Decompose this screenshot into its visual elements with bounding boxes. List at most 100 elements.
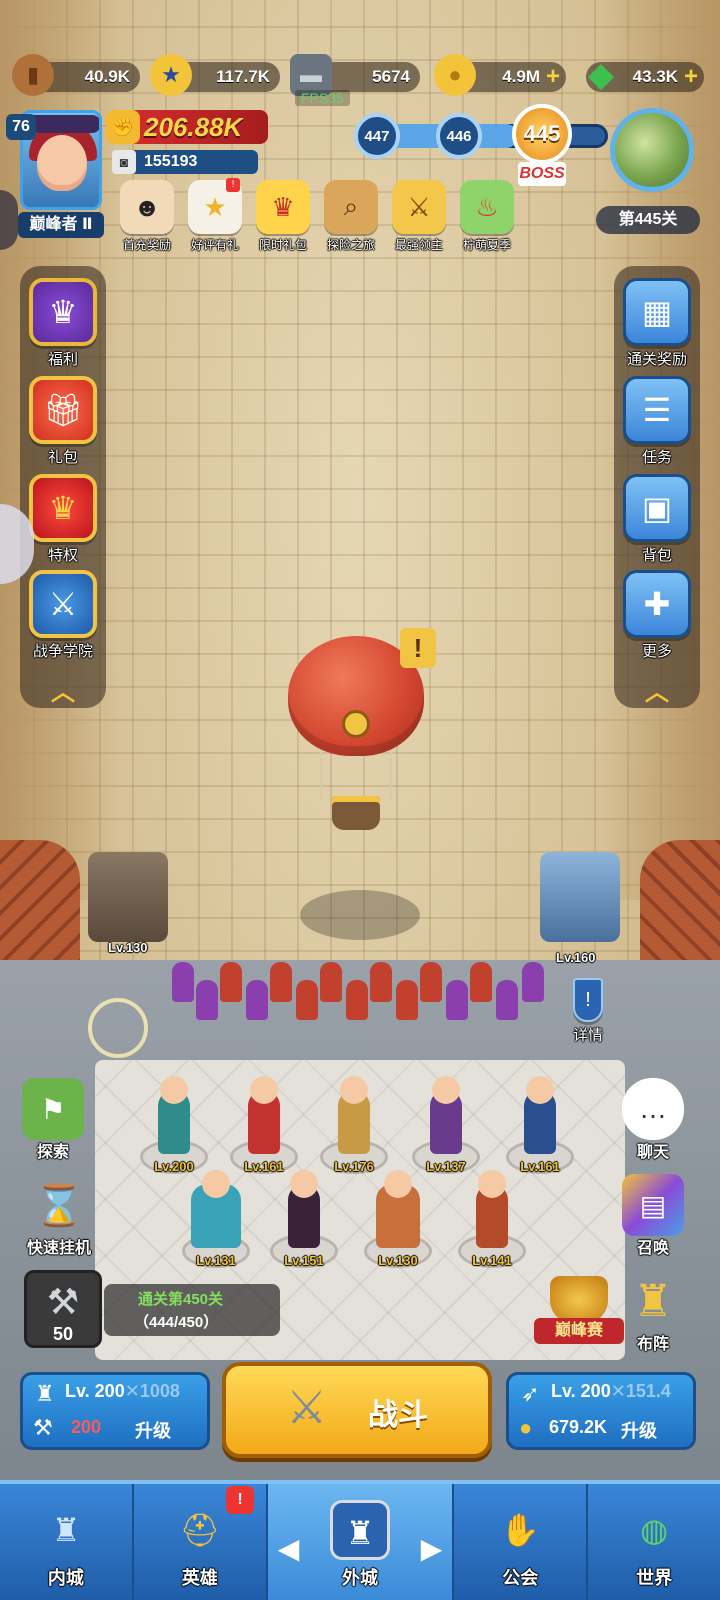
resource-gold[interactable]: ● 4.9M + (434, 54, 566, 96)
fight-label: 战斗 (368, 1399, 428, 1432)
hero-slot-2[interactable]: Lv.161 (224, 1076, 304, 1174)
quest-button[interactable]: ☰ 任务 (614, 376, 700, 467)
resource-iron[interactable]: ▬ 5674 (290, 54, 420, 96)
nav-world[interactable]: ◍ 世界 (588, 1484, 720, 1600)
more-button[interactable]: ✚ 更多 (614, 570, 700, 661)
collapse-right-chevron-icon[interactable]: ︿ (614, 672, 700, 707)
balloon-alert-icon[interactable]: ! (400, 628, 436, 668)
bow-upgrade-cost: 679.2K (549, 1417, 608, 1437)
quick-idle-label: 快速挂机 (26, 1240, 91, 1257)
hero-head (340, 1076, 368, 1104)
lemon-drink-icon: ♨ (460, 180, 514, 234)
castle-upgrade-action: 升级 (135, 1421, 171, 1441)
globe-icon: ◍ (640, 1512, 669, 1548)
war-academy-label: 战争学院 (32, 643, 93, 660)
stage-node-446: 446 (436, 113, 482, 159)
map-sword-icon: ⚑ (22, 1078, 84, 1140)
event-strongest-lord[interactable]: ⚔ 最强领主 (386, 180, 452, 253)
gold-coin-small-icon: ● (519, 1415, 533, 1440)
hero-slot-9[interactable]: Lv.141 (452, 1170, 532, 1268)
clear-progress-box[interactable]: 通关第450关 （444/450） (104, 1284, 280, 1336)
helmet-icon: ⛑ (179, 1512, 221, 1548)
welfare-button[interactable]: ♛ 福利 (20, 278, 106, 369)
event-review-gift[interactable]: ★ ! 好评有礼 (182, 178, 248, 253)
clear-progress: （444/450） (134, 1314, 219, 1331)
tower-detail-button[interactable]: ! 详情 (548, 978, 628, 1045)
castle-nav-icon: ♜ (51, 1512, 81, 1548)
backpack-button[interactable]: ▣ 背包 (614, 474, 700, 565)
prev-arrow-icon[interactable]: ◀ (278, 1532, 300, 1565)
skill-ring-icon[interactable] (88, 998, 148, 1058)
hero-slot-4[interactable]: Lv.137 (406, 1076, 486, 1174)
next-arrow-icon[interactable]: ▶ (421, 1532, 443, 1565)
hammer-count: 50 (52, 1324, 74, 1344)
balloon-emblem-icon (342, 710, 370, 738)
event-adventure[interactable]: ⌕ 探险之旅 (318, 180, 384, 253)
clear-title: 通关第450关 (138, 1291, 224, 1308)
hero-slot-5[interactable]: Lv.161 (500, 1076, 580, 1174)
soldier (320, 962, 342, 1002)
world-map-globe-icon[interactable] (610, 108, 694, 192)
avatar-hat (25, 115, 99, 133)
cards-icon: ▤ (622, 1174, 684, 1236)
hero-head (202, 1170, 230, 1198)
hero-slot-7[interactable]: Lv.151 (264, 1170, 344, 1268)
hero-slot-3[interactable]: Lv.176 (314, 1076, 394, 1174)
castle-icon: ♜ (35, 1381, 55, 1406)
event-label: 探险之旅 (326, 238, 375, 252)
mage-tower[interactable] (540, 852, 620, 942)
castle-upgrade-panel[interactable]: ♜ Lv. 200✕1008 ⚒ 200 升级 (20, 1372, 210, 1450)
privilege-crown-icon: ♛ (29, 474, 97, 542)
event-limited-pack[interactable]: ♛ 限时礼包 (250, 180, 316, 253)
nav-inner-city[interactable]: ♜ 内城 (0, 1484, 134, 1600)
add-gem-icon[interactable]: + (684, 65, 698, 89)
notification-badge: ! (226, 178, 240, 192)
event-lemon-summer[interactable]: ♨ 柠萌夏季 (454, 180, 520, 253)
hero-head (478, 1170, 506, 1198)
chat-button[interactable]: … 聊天 (608, 1078, 698, 1162)
resource-star-coin[interactable]: ★ 117.7K (150, 54, 280, 96)
quick-idle-button[interactable]: ⌛ 快速挂机 (14, 1174, 104, 1258)
gem-icon: ◆ (587, 56, 615, 94)
bow-level: Lv. 200 (551, 1381, 611, 1401)
gift-pack-button[interactable]: 🎁︎ 礼包 (20, 376, 106, 467)
bow-upgrade-panel[interactable]: ➶ Lv. 200✕151.4 ● 679.2K 升级 (506, 1372, 696, 1450)
hero-slot-8[interactable]: Lv.130 (358, 1170, 438, 1268)
hammer-item[interactable]: ⚒ 50 (24, 1270, 102, 1348)
summon-label: 召唤 (636, 1240, 669, 1257)
more-label: 更多 (641, 643, 672, 660)
gift-pack-label: 礼包 (47, 449, 78, 466)
nav-outer-city[interactable]: ◀ ♜ 外城 ▶ (267, 1484, 455, 1600)
event-label: 柠萌夏季 (462, 238, 511, 252)
event-first-recharge[interactable]: ☻ 首充奖励 (114, 180, 180, 253)
sword-shield-icon: ⚔ (392, 180, 446, 234)
crossbow-tower[interactable] (88, 852, 168, 942)
boss-tag: BOSS (518, 162, 566, 186)
left-edge-tab[interactable] (0, 190, 18, 250)
nav-heroes-label: 英雄 (181, 1568, 218, 1588)
fight-button[interactable]: ⚔ 战斗 (222, 1362, 492, 1458)
hero-level: Lv.141 (472, 1253, 512, 1268)
add-gold-icon[interactable]: + (546, 65, 560, 89)
trophy-icon (550, 1276, 608, 1324)
soldier (522, 962, 544, 1002)
clear-reward-button[interactable]: ▦ 通关奖励 (614, 278, 700, 369)
collapse-left-chevron-icon[interactable]: ︿ (20, 672, 106, 707)
summon-button[interactable]: ▤ 召唤 (608, 1174, 698, 1258)
hero-slot-1[interactable]: Lv.200 (134, 1076, 214, 1174)
hammer-small-icon: ⚒ (33, 1415, 53, 1440)
resource-gem[interactable]: ◆ 43.3K + (586, 56, 704, 94)
bow-extra-icon: ✕ (610, 1381, 626, 1401)
nav-inner-city-label: 内城 (47, 1568, 84, 1588)
stage-node-current[interactable]: 445 (512, 104, 572, 164)
soldier (172, 962, 194, 1002)
hero-level: Lv.131 (196, 1253, 236, 1268)
player-power[interactable]: ✊ 206.88K (106, 110, 268, 144)
war-academy-button[interactable]: ⚔ 战争学院 (20, 570, 106, 661)
resource-wood[interactable]: ▮ 40.9K (12, 54, 140, 96)
explore-button[interactable]: ⚑ 探索 (8, 1078, 98, 1162)
hero-head (384, 1170, 412, 1198)
nav-guild[interactable]: ✋ 公会 (454, 1484, 589, 1600)
peak-match-button[interactable]: 巅峰赛 (534, 1276, 624, 1346)
hero-slot-6[interactable]: Lv.131 (176, 1170, 256, 1268)
